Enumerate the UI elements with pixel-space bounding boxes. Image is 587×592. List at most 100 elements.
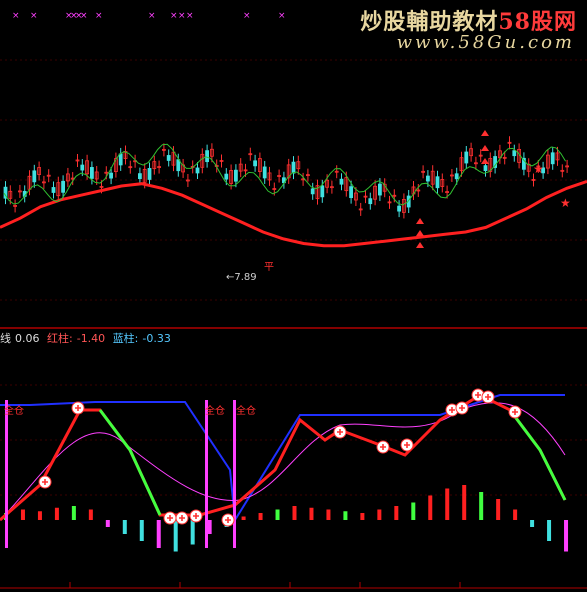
indicator-bar	[241, 516, 246, 520]
indicator-bar	[88, 509, 93, 520]
legend-red-value: -1.40	[76, 332, 106, 345]
indicator-bar	[360, 513, 365, 520]
indicator-bar	[20, 509, 25, 520]
indicator-bar	[479, 492, 484, 520]
indicator-bar	[564, 520, 569, 552]
candle-body	[90, 167, 94, 179]
candle-body	[310, 188, 315, 195]
indicator-bar	[156, 520, 161, 548]
indicator-bar	[326, 509, 331, 520]
candle-body	[80, 164, 85, 171]
candle-body	[349, 186, 354, 199]
indicator-legend: 线 0.06 红柱: -1.40 蓝柱: -0.33	[0, 330, 175, 346]
top-signal-marker: ×	[243, 11, 251, 21]
indicator-bar	[496, 499, 501, 520]
buy-arrow-icon	[481, 145, 489, 151]
legend-red-label: 红柱:	[47, 332, 73, 345]
cross-marker: 平	[264, 262, 274, 273]
ma-short-line	[3, 143, 567, 206]
candle-body	[32, 170, 37, 183]
top-signal-marker: ×	[170, 11, 178, 21]
signal-bar	[5, 400, 8, 548]
indicator-bar	[37, 511, 42, 520]
indicator-bar	[139, 520, 144, 541]
indicator-bar	[343, 511, 348, 520]
indicator-bar	[547, 520, 552, 541]
indicator-bar	[122, 520, 127, 534]
full-position-tag-1: 全仓	[4, 406, 24, 417]
top-signal-marker: ×	[278, 11, 286, 21]
candle-body	[454, 173, 459, 180]
main-indicator-falling-segment	[508, 409, 567, 501]
low-price-marker: ←7.89	[226, 272, 257, 283]
candle-body	[464, 151, 469, 164]
star-icon: ★	[533, 162, 544, 176]
buy-arrow-icon	[481, 130, 489, 136]
candle-body	[339, 178, 344, 185]
candle-body	[368, 198, 373, 205]
indicator-bar	[258, 513, 263, 520]
indicator-bar	[445, 488, 450, 520]
indicator-bar	[105, 520, 110, 527]
candle-body	[147, 168, 152, 180]
candle-body	[166, 155, 171, 161]
indicator-bar	[275, 509, 280, 520]
candle-body	[109, 172, 113, 179]
candle-body	[512, 150, 517, 157]
indicator-bar	[411, 502, 416, 520]
full-position-tag-3: 全仓	[236, 406, 256, 417]
candle-body	[253, 160, 258, 167]
watermark-url: www.58Gu.com	[396, 32, 575, 53]
legend-a-value: 0.06	[15, 332, 40, 345]
indicator-bar	[462, 485, 467, 520]
star-icon: ★	[560, 196, 571, 210]
indicator-bar	[190, 520, 195, 545]
signal-bar	[205, 400, 208, 548]
indicator-bar	[71, 506, 76, 520]
ma-long-line	[0, 179, 587, 248]
indicator-bar	[513, 509, 518, 520]
top-signal-marker: ×	[148, 11, 156, 21]
top-signal-marker: ×	[178, 11, 186, 21]
candle-body	[118, 153, 123, 166]
candle-body	[262, 166, 267, 179]
candle-body	[550, 152, 555, 165]
full-position-tag-2: 全仓	[205, 406, 225, 417]
candle-body	[224, 173, 229, 180]
buy-arrow-icon	[416, 230, 424, 236]
candle-body	[61, 180, 65, 193]
candle-body	[377, 183, 382, 196]
indicator-bar	[292, 506, 297, 520]
buy-arrow-icon	[416, 242, 424, 248]
legend-blue-label: 蓝柱:	[112, 332, 139, 345]
indicator-bar	[428, 495, 433, 520]
main-indicator-falling-segment	[98, 409, 162, 516]
top-signal-marker: ×	[80, 11, 88, 21]
candle-body	[397, 205, 402, 212]
candle-body	[435, 176, 440, 189]
candle-body	[483, 165, 488, 172]
top-signal-marker: ×	[30, 11, 38, 21]
top-signal-marker: ×	[186, 11, 194, 21]
indicator-bar	[377, 509, 382, 520]
legend-a-label: 线	[0, 332, 11, 345]
candle-body	[233, 169, 238, 182]
candle-body	[137, 173, 142, 180]
top-signal-marker: ×	[12, 11, 20, 21]
legend-blue-value: -0.33	[142, 332, 171, 345]
candle-body	[176, 159, 181, 172]
stock-chart-stage: × × × × × × × × × × × × × ★ ★	[0, 0, 587, 592]
candle-body	[320, 185, 325, 198]
candle-body	[51, 187, 56, 193]
chart-svg: × × ×××× × × × × × × ×★★	[0, 11, 587, 589]
buy-arrow-icon	[416, 218, 424, 224]
indicator-bar	[54, 507, 59, 520]
candle-body	[425, 175, 430, 182]
indicator-bar	[309, 507, 314, 520]
indicator-bar	[173, 520, 178, 552]
indicator-bar	[207, 520, 212, 534]
buy-arrow-icon	[481, 158, 489, 164]
candle-body	[205, 150, 210, 163]
indicator-bar	[530, 520, 535, 527]
candle-body	[291, 161, 296, 174]
